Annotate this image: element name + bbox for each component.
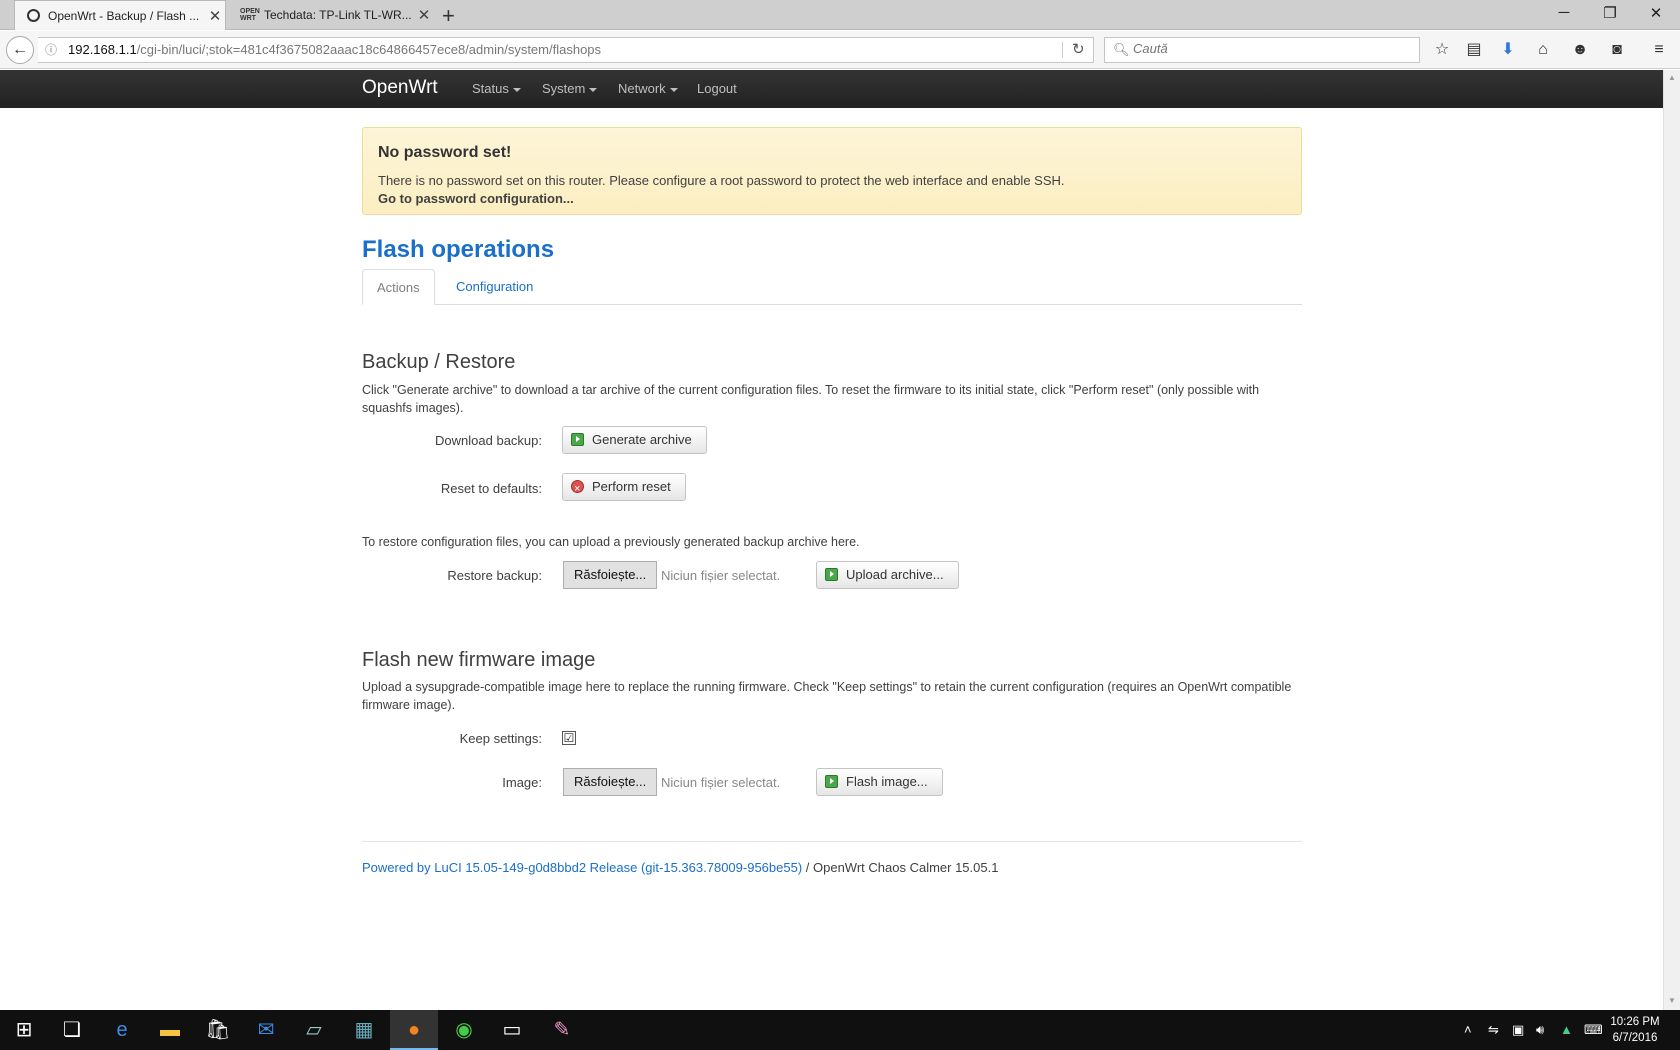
luci-link[interactable]: Powered by LuCI 15.05-149-g0d8bbd2 Relea… [362,860,802,875]
menu-system[interactable]: System [542,81,598,96]
page-title: Flash operations [362,236,555,263]
no-password-alert: No password set! There is no password se… [362,127,1302,215]
close-tab-icon[interactable]: ✕ [205,7,225,25]
menu-network[interactable]: Network [618,81,678,96]
file-explorer-icon[interactable]: ▬ [146,1010,194,1050]
download-backup-label: Download backup: [435,433,542,448]
paint-app-icon[interactable]: ✎ [538,1010,586,1050]
tab-actions[interactable]: Actions [362,269,435,305]
url-text[interactable]: 192.168.1.1/cgi-bin/luci/;stok=481c4f367… [68,38,601,62]
edge-browser-icon[interactable]: e [98,1010,146,1050]
search-icon: 🔍︎ [1113,42,1130,57]
password-config-link[interactable]: Go to password configuration... [378,191,574,206]
restore-window-icon[interactable]: ❐ [1600,4,1620,22]
restore-description: To restore configuration files, you can … [362,535,860,549]
download-arrow-icon[interactable]: ⬇ [1497,40,1519,60]
browser-tab-label: Techdata: TP-Link TL-WR... [264,8,412,22]
search-bar[interactable]: 🔍︎ [1104,37,1420,63]
openwrt-favicon-icon [27,9,40,22]
windows-start-icon[interactable]: ⊞ [0,1010,48,1050]
upload-archive-button[interactable]: Upload archive... [816,561,959,589]
hamburger-menu-icon[interactable]: ≡ [1648,40,1670,60]
image-browse-button[interactable]: Răsfoiește... [563,768,658,796]
reload-icon[interactable]: ↻ [1072,38,1085,62]
alert-message: There is no password set on this router.… [378,173,1065,188]
new-tab-icon[interactable]: + [442,3,455,29]
show-hidden-icons-icon[interactable]: ˄ [1464,1022,1472,1037]
keep-settings-checkbox[interactable]: ☑ [562,731,576,745]
reading-list-icon[interactable]: ▤ [1463,40,1485,60]
flash-firmware-heading: Flash new firmware image [362,649,596,671]
caret-down-icon [669,87,678,92]
alert-title: No password set! [378,144,512,161]
image-label: Image: [502,775,542,790]
perform-reset-button[interactable]: Perform reset [562,473,686,502]
upload-icon [825,568,838,581]
google-drive-icon[interactable]: ▲ [1560,1022,1573,1037]
volume-icon[interactable]: 🔊︎ [1536,1022,1544,1038]
menu-status[interactable]: Status [472,81,521,96]
reset-defaults-label: Reset to defaults: [440,481,542,496]
caret-down-icon [512,87,521,92]
save-icon [571,433,584,446]
keep-settings-label: Keep settings: [459,731,542,746]
network-icon[interactable]: ▣ [1512,1022,1524,1038]
flash-icon [825,775,838,788]
reset-icon [571,476,584,502]
generate-archive-button[interactable]: Generate archive [562,426,707,454]
page-footer: Powered by LuCI 15.05-149-g0d8bbd2 Relea… [362,860,998,875]
flash-image-button[interactable]: Flash image... [816,768,943,796]
browser-nav-bar: ← ⓘ 192.168.1.1/cgi-bin/luci/;stok=481c4… [0,31,1680,69]
flash-description: Upload a sysupgrade-compatible image her… [362,680,1292,712]
page-scrollbar[interactable]: ▲ ▼ [1663,70,1680,1010]
clock-date: 6/7/2016 [1612,1032,1658,1044]
clock-time: 10:26 PM [1610,1016,1660,1028]
firefox-icon[interactable]: ● [390,1010,438,1050]
url-separator [1062,42,1063,58]
openwrt-wiki-favicon-icon: OPEN WRT [240,8,260,22]
caret-down-icon [589,87,598,92]
footer-version-text: / OpenWrt Chaos Calmer 15.05.1 [802,860,999,875]
restore-backup-label: Restore backup: [447,568,542,583]
browser-tab-openwrt[interactable]: OpenWrt - Backup / Flash ... ✕ [14,0,226,30]
browser-tab-techdata[interactable]: OPEN WRT Techdata: TP-Link TL-WR... ✕ [228,0,434,30]
hello-smiley-icon[interactable]: ☻ [1569,40,1591,60]
scroll-up-icon[interactable]: ▲ [1668,73,1676,82]
menu-logout[interactable]: Logout [697,81,737,96]
pocket-icon[interactable]: ◙ [1606,40,1628,60]
command-prompt-icon[interactable]: ▭ [488,1010,536,1050]
tab-configuration[interactable]: Configuration [442,269,547,305]
close-window-icon[interactable]: ✕ [1646,4,1666,22]
notepad-app-icon[interactable]: ▱ [290,1010,338,1050]
back-arrow-icon[interactable]: ← [6,36,34,64]
home-icon[interactable]: ⌂ [1532,40,1554,60]
brand-logo[interactable]: OpenWrt [362,77,438,99]
bookmark-star-icon[interactable]: ☆ [1431,40,1453,60]
close-tab-icon[interactable]: ✕ [414,6,434,24]
backup-restore-heading: Backup / Restore [362,351,516,373]
browser-tab-strip: OpenWrt - Backup / Flash ... ✕ OPEN WRT T… [0,0,1680,30]
url-bar[interactable]: ⓘ 192.168.1.1/cgi-bin/luci/;stok=481c4f3… [38,37,1094,63]
restore-no-file-text: Niciun fișier selectat. [661,568,781,583]
page-tabs: Actions Configuration [362,269,1302,305]
control-panel-icon[interactable]: ▦ [340,1010,388,1050]
info-icon[interactable]: ⓘ [42,38,60,62]
taskbar-clock[interactable]: 10:26 PM 6/7/2016 [1600,1014,1670,1046]
store-icon[interactable]: 🛍︎ [194,1010,242,1050]
connection-icon[interactable]: ⇋ [1488,1022,1499,1038]
image-no-file-text: Niciun fișier selectat. [661,775,781,790]
search-input[interactable] [1133,41,1403,56]
footer-divider [362,841,1302,842]
backup-description: Click "Generate archive" to download a t… [362,383,1260,415]
network-app-icon[interactable]: ◉ [440,1010,488,1050]
browser-tab-label: OpenWrt - Backup / Flash ... [48,8,200,23]
openwrt-top-bar: OpenWrt Status System Network Logout [0,70,1663,108]
scroll-down-icon[interactable]: ▼ [1668,996,1676,1005]
task-view-icon[interactable]: ❏ [48,1010,96,1050]
windows-taskbar: ⊞ ❏ e ▬ 🛍︎ ✉ ▱ ▦ ● ◉ ▭ ✎ ˄ ⇋ ▣ 🔊︎ ▲ ⌨ 10… [0,1010,1680,1050]
minimize-icon[interactable]: ─ [1554,4,1574,21]
restore-browse-button[interactable]: Răsfoiește... [563,561,658,589]
outlook-icon[interactable]: ✉ [242,1010,290,1050]
